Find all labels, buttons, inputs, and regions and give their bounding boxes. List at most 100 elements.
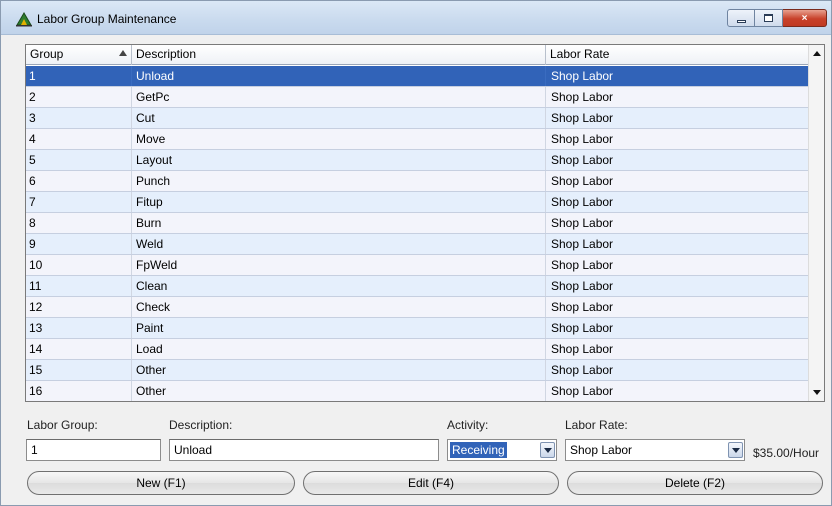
description-field[interactable]: Unload bbox=[169, 439, 439, 461]
group-cell: 9 bbox=[26, 234, 132, 254]
labor-rate-cell: Shop Labor bbox=[546, 339, 810, 359]
description-cell: Burn bbox=[132, 213, 546, 233]
labor-rate-cell: Shop Labor bbox=[546, 108, 810, 128]
labor-rate-cell: Shop Labor bbox=[546, 192, 810, 212]
labor-rate-cell: Shop Labor bbox=[546, 318, 810, 338]
labor-rate-cell: Shop Labor bbox=[546, 87, 810, 107]
column-header-description[interactable]: Description bbox=[132, 45, 546, 65]
description-cell: GetPc bbox=[132, 87, 546, 107]
table-row[interactable]: 5 Layout Shop Labor bbox=[26, 150, 810, 171]
table-row[interactable]: 1 Unload Shop Labor bbox=[26, 66, 810, 87]
description-label: Description: bbox=[169, 418, 233, 432]
description-cell: Unload bbox=[132, 66, 546, 86]
column-header-group[interactable]: Group bbox=[26, 45, 132, 65]
arrow-down-icon bbox=[812, 390, 821, 395]
table-row[interactable]: 6 Punch Shop Labor bbox=[26, 171, 810, 192]
group-cell: 10 bbox=[26, 255, 132, 275]
table-row[interactable]: 11 Clean Shop Labor bbox=[26, 276, 810, 297]
new-button[interactable]: New (F1) bbox=[27, 471, 295, 495]
description-cell: Other bbox=[132, 381, 546, 401]
grid-header: Group Description Labor Rate bbox=[26, 45, 810, 65]
labor-rate-dropdown[interactable]: Shop Labor bbox=[565, 439, 745, 461]
description-cell: Fitup bbox=[132, 192, 546, 212]
table-row[interactable]: 7 Fitup Shop Labor bbox=[26, 192, 810, 213]
labor-rate-cell: Shop Labor bbox=[546, 234, 810, 254]
activity-dropdown[interactable]: Receiving bbox=[447, 439, 557, 461]
group-cell: 12 bbox=[26, 297, 132, 317]
table-row[interactable]: 12 Check Shop Labor bbox=[26, 297, 810, 318]
delete-button[interactable]: Delete (F2) bbox=[567, 471, 823, 495]
maximize-button[interactable] bbox=[755, 9, 783, 27]
description-cell: Weld bbox=[132, 234, 546, 254]
table-row[interactable]: 4 Move Shop Labor bbox=[26, 129, 810, 150]
labor-rate-cell: Shop Labor bbox=[546, 381, 810, 401]
labor-rate-cell: Shop Labor bbox=[546, 150, 810, 170]
group-cell: 11 bbox=[26, 276, 132, 296]
group-cell: 13 bbox=[26, 318, 132, 338]
table-row[interactable]: 13 Paint Shop Labor bbox=[26, 318, 810, 339]
sort-ascending-icon bbox=[119, 50, 127, 56]
vertical-scrollbar[interactable] bbox=[808, 45, 824, 401]
labor-group-window: Labor Group Maintenance × Group Descript… bbox=[0, 0, 832, 506]
group-cell: 2 bbox=[26, 87, 132, 107]
labor-rate-label: Labor Rate: bbox=[565, 418, 628, 432]
group-cell: 4 bbox=[26, 129, 132, 149]
table-row[interactable]: 10 FpWeld Shop Labor bbox=[26, 255, 810, 276]
description-cell: Other bbox=[132, 360, 546, 380]
table-row[interactable]: 15 Other Shop Labor bbox=[26, 360, 810, 381]
labor-rate-cell: Shop Labor bbox=[546, 129, 810, 149]
group-cell: 6 bbox=[26, 171, 132, 191]
table-row[interactable]: 14 Load Shop Labor bbox=[26, 339, 810, 360]
description-cell: Load bbox=[132, 339, 546, 359]
description-cell: FpWeld bbox=[132, 255, 546, 275]
group-cell: 5 bbox=[26, 150, 132, 170]
rate-amount: $35.00/Hour bbox=[753, 446, 820, 460]
labor-rate-cell: Shop Labor bbox=[546, 276, 810, 296]
chevron-down-icon bbox=[731, 447, 740, 453]
description-cell: Paint bbox=[132, 318, 546, 338]
group-cell: 8 bbox=[26, 213, 132, 233]
chevron-down-icon bbox=[543, 447, 552, 453]
labor-rate-dropdown-button[interactable] bbox=[728, 442, 743, 458]
description-cell: Check bbox=[132, 297, 546, 317]
table-row[interactable]: 9 Weld Shop Labor bbox=[26, 234, 810, 255]
arrow-up-icon bbox=[812, 51, 821, 56]
close-icon: × bbox=[801, 12, 808, 24]
grid-rows: 1 Unload Shop Labor 2 GetPc Shop Labor 3 Cut Sho… bbox=[26, 66, 810, 401]
group-cell: 1 bbox=[26, 66, 132, 86]
group-cell: 14 bbox=[26, 339, 132, 359]
column-header-labor-rate[interactable]: Labor Rate bbox=[546, 45, 810, 65]
window-controls: × bbox=[727, 9, 827, 27]
edit-button[interactable]: Edit (F4) bbox=[303, 471, 559, 495]
labor-rate-cell: Shop Labor bbox=[546, 66, 810, 86]
labor-rate-cell: Shop Labor bbox=[546, 171, 810, 191]
labor-rate-cell: Shop Labor bbox=[546, 297, 810, 317]
description-cell: Punch bbox=[132, 171, 546, 191]
activity-label: Activity: bbox=[447, 418, 489, 432]
table-row[interactable]: 2 GetPc Shop Labor bbox=[26, 87, 810, 108]
scroll-down-button[interactable] bbox=[809, 384, 824, 401]
description-cell: Cut bbox=[132, 108, 546, 128]
window-title: Labor Group Maintenance bbox=[37, 12, 177, 26]
scroll-up-button[interactable] bbox=[809, 45, 824, 62]
close-button[interactable]: × bbox=[783, 9, 827, 27]
scrollbar-thumb[interactable] bbox=[810, 63, 823, 381]
minimize-icon bbox=[736, 19, 746, 23]
labor-group-field[interactable]: 1 bbox=[26, 439, 161, 461]
table-row[interactable]: 16 Other Shop Labor bbox=[26, 381, 810, 401]
group-cell: 7 bbox=[26, 192, 132, 212]
maximize-icon bbox=[764, 14, 773, 22]
labor-group-label: Labor Group: bbox=[27, 418, 98, 432]
activity-dropdown-button[interactable] bbox=[540, 442, 555, 458]
description-cell: Layout bbox=[132, 150, 546, 170]
table-row[interactable]: 3 Cut Shop Labor bbox=[26, 108, 810, 129]
table-row[interactable]: 8 Burn Shop Labor bbox=[26, 213, 810, 234]
labor-rate-selected-value: Shop Labor bbox=[570, 443, 633, 457]
title-bar[interactable]: Labor Group Maintenance × bbox=[1, 1, 831, 35]
tree-triangle-icon bbox=[16, 12, 32, 27]
labor-group-grid[interactable]: Group Description Labor Rate 1 Unload Shop… bbox=[25, 44, 825, 402]
minimize-button[interactable] bbox=[727, 9, 755, 27]
labor-rate-cell: Shop Labor bbox=[546, 360, 810, 380]
group-cell: 15 bbox=[26, 360, 132, 380]
description-cell: Clean bbox=[132, 276, 546, 296]
